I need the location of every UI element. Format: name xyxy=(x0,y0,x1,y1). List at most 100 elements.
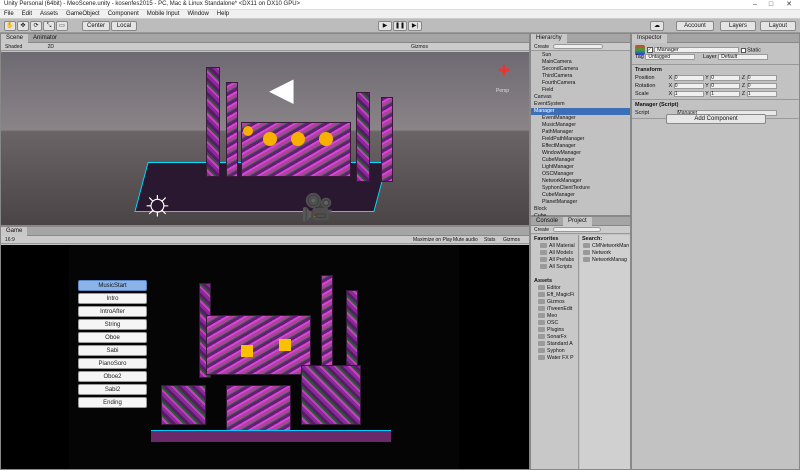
favorite-item[interactable]: All Prefabs xyxy=(540,257,578,264)
oboe2-button[interactable]: Oboe2 xyxy=(78,371,147,382)
tab-inspector[interactable]: Inspector xyxy=(632,34,667,43)
hierarchy-item[interactable]: MainCamera xyxy=(531,59,630,66)
hierarchy-item[interactable]: OSCManager xyxy=(531,171,630,178)
account-dropdown[interactable]: Account xyxy=(676,21,714,31)
add-component-button[interactable]: Add Component xyxy=(666,114,766,124)
menu-gameobject[interactable]: GameObject xyxy=(62,10,104,19)
scene-view[interactable]: ◀ ☼ 🎥 ✚ Persp xyxy=(1,52,529,225)
maximize-on-play-toggle[interactable]: Maximize on Play xyxy=(413,236,452,244)
scale-z-field[interactable]: 1 xyxy=(746,90,777,97)
music-start-button[interactable]: MusicStart xyxy=(78,280,147,291)
hierarchy-create-dropdown[interactable]: Create xyxy=(531,44,552,50)
hierarchy-item[interactable]: WindowManager xyxy=(531,150,630,157)
asset-folder[interactable]: iTweenEdit xyxy=(538,306,578,313)
search-result[interactable]: Network xyxy=(583,250,630,257)
script-header[interactable]: Manager (Script) xyxy=(635,101,796,109)
close-icon[interactable]: ✕ xyxy=(782,0,796,10)
sabi2-button[interactable]: Sabi2 xyxy=(78,384,147,395)
hierarchy-item[interactable]: CubeManager xyxy=(531,157,630,164)
game-gizmos-dropdown[interactable]: Gizmos xyxy=(503,236,520,244)
static-checkbox[interactable] xyxy=(740,47,746,53)
asset-folder[interactable]: Plugins xyxy=(538,327,578,334)
menu-edit[interactable]: Edit xyxy=(18,10,36,19)
tab-game[interactable]: Game xyxy=(1,227,28,236)
scale-tool-icon[interactable]: ⤡ xyxy=(43,21,55,31)
tab-hierarchy[interactable]: Hierarchy xyxy=(531,34,567,43)
project-create-dropdown[interactable]: Create xyxy=(531,227,552,233)
tab-console[interactable]: Console xyxy=(531,217,563,226)
scene-axis-gizmo[interactable]: ✚ xyxy=(491,62,517,88)
shading-dropdown[interactable]: Shaded xyxy=(1,44,26,50)
menu-assets[interactable]: Assets xyxy=(36,10,62,19)
asset-folder[interactable]: Standard A xyxy=(538,341,578,348)
hierarchy-item[interactable]: EffectManager xyxy=(531,143,630,150)
rotation-y-field[interactable]: 0 xyxy=(710,82,741,89)
intro-button[interactable]: Intro xyxy=(78,293,147,304)
asset-folder[interactable]: Water FX P xyxy=(538,355,578,362)
favorite-item[interactable]: All Material xyxy=(540,243,578,250)
step-icon[interactable]: ▶| xyxy=(408,21,422,31)
favorite-item[interactable]: All Scripts xyxy=(540,264,578,271)
hierarchy-item[interactable]: FourthCamera xyxy=(531,80,630,87)
search-result[interactable]: CMNetworkMan xyxy=(583,243,630,250)
rotate-tool-icon[interactable]: ⟳ xyxy=(30,21,42,31)
asset-folder[interactable]: Syphon xyxy=(538,348,578,355)
hierarchy-item[interactable]: Block xyxy=(531,206,630,213)
hierarchy-item[interactable]: Field xyxy=(531,87,630,94)
menu-file[interactable]: File xyxy=(0,10,18,19)
menu-mobile-input[interactable]: Mobile Input xyxy=(143,10,184,19)
menu-help[interactable]: Help xyxy=(213,10,233,19)
transform-header[interactable]: Transform xyxy=(635,66,796,74)
oboe-button[interactable]: Oboe xyxy=(78,332,147,343)
hierarchy-item[interactable]: NetworkManager xyxy=(531,178,630,185)
asset-folder[interactable]: Gizmos xyxy=(538,299,578,306)
assets-header[interactable]: Assets xyxy=(531,277,578,285)
hierarchy-item[interactable]: ThirdCamera xyxy=(531,73,630,80)
maximize-icon[interactable]: □ xyxy=(764,0,778,10)
mute-audio-toggle[interactable]: Mute audio xyxy=(453,236,478,244)
hierarchy-item[interactable]: Canvas xyxy=(531,94,630,101)
aspect-dropdown[interactable]: 16:9 xyxy=(1,237,19,243)
position-z-field[interactable]: 0 xyxy=(746,74,777,81)
play-icon[interactable]: ▶ xyxy=(378,21,392,31)
pivot-center-button[interactable]: Center xyxy=(82,21,110,31)
asset-folder[interactable]: Editor xyxy=(538,285,578,292)
sabi-button[interactable]: Sabi xyxy=(78,345,147,356)
pivot-local-button[interactable]: Local xyxy=(111,21,137,31)
hand-tool-icon[interactable]: ✋ xyxy=(4,21,16,31)
hierarchy-item[interactable]: Manager xyxy=(531,108,630,115)
asset-folder[interactable]: Eff_MagicFi xyxy=(538,292,578,299)
tab-project[interactable]: Project xyxy=(563,217,592,226)
move-tool-icon[interactable]: ✥ xyxy=(17,21,29,31)
stats-toggle[interactable]: Stats xyxy=(484,236,495,244)
project-search-input[interactable] xyxy=(553,227,602,233)
tab-animator[interactable]: Animator xyxy=(28,34,62,43)
rect-tool-icon[interactable]: ▭ xyxy=(56,21,68,31)
cloud-icon[interactable]: ☁ xyxy=(650,21,664,31)
ending-button[interactable]: Ending xyxy=(78,397,147,408)
pause-icon[interactable]: ❚❚ xyxy=(393,21,407,31)
piano-soro-button[interactable]: PianoSoro xyxy=(78,358,147,369)
hierarchy-item[interactable]: CubeManager xyxy=(531,192,630,199)
hierarchy-item[interactable]: LightManager xyxy=(531,164,630,171)
scale-y-field[interactable]: 1 xyxy=(710,90,741,97)
hierarchy-item[interactable]: EventSystem xyxy=(531,101,630,108)
tag-dropdown[interactable]: Untagged xyxy=(645,53,696,60)
rotation-z-field[interactable]: 0 xyxy=(746,82,777,89)
layers-dropdown[interactable]: Layers xyxy=(720,21,756,31)
asset-folder[interactable]: Meo xyxy=(538,313,578,320)
layer-dropdown[interactable]: Default xyxy=(718,53,769,60)
hierarchy-item[interactable]: SecondCamera xyxy=(531,66,630,73)
asset-folder[interactable]: SonarFx xyxy=(538,334,578,341)
menu-window[interactable]: Window xyxy=(183,10,212,19)
scale-x-field[interactable]: 1 xyxy=(673,90,704,97)
hierarchy-item[interactable]: Sun xyxy=(531,52,630,59)
asset-folder[interactable]: OSC xyxy=(538,320,578,327)
layout-dropdown[interactable]: Layout xyxy=(760,21,796,31)
scene-gizmos-dropdown[interactable]: Gizmos xyxy=(411,43,428,51)
favorites-header[interactable]: Favorites xyxy=(531,235,578,243)
string-button[interactable]: String xyxy=(78,319,147,330)
hierarchy-item[interactable]: PathManager xyxy=(531,129,630,136)
position-y-field[interactable]: 0 xyxy=(710,74,741,81)
hierarchy-item[interactable]: EventManager xyxy=(531,115,630,122)
